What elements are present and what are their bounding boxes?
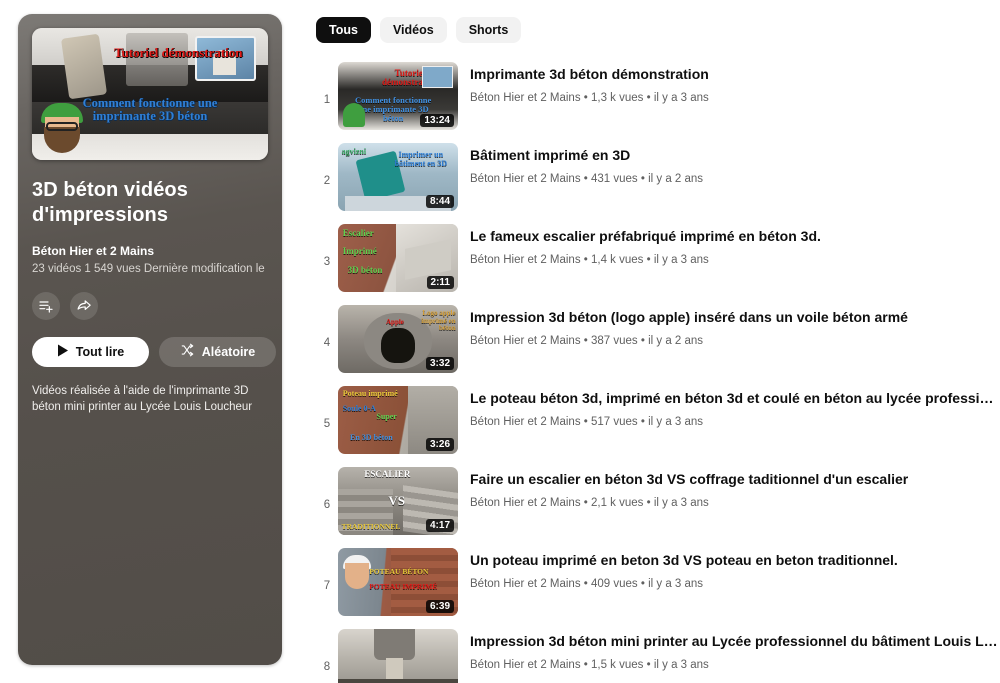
video-duration: 4:17 [425,519,454,532]
video-meta: Béton Hier et 2 Mains • 1,3 k vues • il … [470,92,709,105]
video-title[interactable]: Impression 3d béton (logo apple) inséré … [470,308,1000,326]
play-all-button[interactable]: Tout lire [32,336,149,367]
video-title[interactable]: Un poteau imprimé en beton 3d VS poteau … [470,551,1000,569]
playlist-page: Tutoriel démonstration Comment fonctionn… [0,0,1000,683]
video-index: 4 [323,337,331,349]
video-info: Un poteau imprimé en beton 3d VS poteau … [470,548,1000,590]
video-thumbnail[interactable]: POTEAU BÉTON POTEAU IMPRIMÉ 6:39 [338,548,458,616]
shuffle-icon [180,343,195,360]
video-meta: Béton Hier et 2 Mains • 517 vues • il y … [470,416,704,429]
shuffle-button[interactable]: Aléatoire [159,336,276,367]
share-icon [76,297,93,314]
video-info: Impression 3d béton mini printer au Lycé… [470,629,1000,671]
table-row[interactable]: 6 ESCALIER VS TRADITIONNEL 4:17 Faire un… [316,462,1000,543]
table-row[interactable]: 1 Tutoriel démonstration Comment fonctio… [316,57,1000,138]
video-info: Bâtiment imprimé en 3D Béton Hier et 2 M… [470,143,1000,185]
video-info: Faire un escalier en béton 3d VS coffrag… [470,467,1000,509]
video-duration: 13:24 [420,114,454,127]
video-info: Impression 3d béton (logo apple) inséré … [470,305,1000,347]
thumbnail-art [338,629,458,683]
video-thumbnail[interactable]: Poteau imprimé Soule 0-A Super En 3D bét… [338,386,458,454]
video-duration: 8:44 [425,195,454,208]
video-duration: 3:32 [425,357,454,370]
video-duration: 6:39 [425,600,454,613]
video-meta: Béton Hier et 2 Mains • 409 vues • il y … [470,578,704,591]
play-icon [57,344,69,360]
video-thumbnail[interactable]: Apple Logo apple imprimé en béton 3:32 [338,305,458,373]
video-meta: Béton Hier et 2 Mains • 1,4 k vues • il … [470,254,709,267]
video-meta: Béton Hier et 2 Mains • 431 vues • il y … [470,173,704,186]
share-button[interactable] [70,291,98,320]
video-list: 1 Tutoriel démonstration Comment fonctio… [316,57,1000,683]
playlist-channel-name[interactable]: Béton Hier et 2 Mains [32,244,268,258]
save-playlist-button[interactable] [32,291,60,320]
video-thumbnail[interactable]: Tutoriel démonstration Comment fonctionn… [338,62,458,130]
cover-title-red: Tutoriel démonstration [114,45,243,61]
play-all-label: Tout lire [75,344,125,359]
video-thumbnail[interactable]: Imprimer un bâtiment en 3D agvizni 8:44 [338,143,458,211]
tab-shorts[interactable]: Shorts [455,17,522,43]
video-index: 6 [323,499,331,511]
table-row[interactable]: 5 Poteau imprimé Soule 0-A Super En 3D b… [316,381,1000,462]
video-thumbnail[interactable]: ESCALIER VS TRADITIONNEL 4:17 [338,467,458,535]
save-playlist-icon [38,298,54,314]
video-info: Imprimante 3d béton démonstration Béton … [470,62,1000,104]
table-row[interactable]: 7 POTEAU BÉTON POTEAU IMPRIMÉ 6:39 Un po… [316,543,1000,624]
video-duration: 3:26 [425,438,454,451]
video-meta: Béton Hier et 2 Mains • 2,1 k vues • il … [470,497,709,510]
playlist-metadata: 23 vidéos 1 549 vues Dernière modificati… [32,262,268,275]
playlist-cover-thumbnail[interactable]: Tutoriel démonstration Comment fonctionn… [32,28,268,160]
video-thumbnail[interactable] [338,629,458,683]
playlist-icon-actions [32,291,268,320]
video-info: Le fameux escalier préfabriqué imprimé e… [470,224,1000,266]
video-index: 1 [323,94,331,106]
video-meta: Béton Hier et 2 Mains • 387 vues • il y … [470,335,704,348]
video-title[interactable]: Le poteau béton 3d, imprimé en béton 3d … [470,389,1000,407]
video-title[interactable]: Impression 3d béton mini printer au Lycé… [470,632,1000,650]
tab-videos[interactable]: Vidéos [379,17,447,43]
video-duration: 2:11 [426,276,454,289]
video-title[interactable]: Imprimante 3d béton démonstration [470,65,1000,83]
filter-tabs: Tous Vidéos Shorts [316,17,1000,43]
playlist-title: 3D béton vidéos d'impressions [32,179,188,226]
tab-tous[interactable]: Tous [316,17,371,43]
video-info: Le poteau béton 3d, imprimé en béton 3d … [470,386,1000,428]
video-thumbnail[interactable]: Escalier Imprimé 3D béton 2:11 [338,224,458,292]
playlist-action-buttons: Tout lire Aléatoire [32,336,276,367]
video-index: 3 [323,256,331,268]
video-index: 5 [323,418,331,430]
table-row[interactable]: 8 Impression 3d béton mini printer au Ly… [316,624,1000,683]
video-title[interactable]: Faire un escalier en béton 3d VS coffrag… [470,470,1000,488]
shuffle-label: Aléatoire [201,344,256,359]
video-index: 7 [323,580,331,592]
playlist-video-list-panel: Tous Vidéos Shorts 1 Tutoriel démonstrat… [296,0,1000,683]
playlist-description: Vidéos réalisée à l'aide de l'imprimante… [32,384,253,414]
table-row[interactable]: 3 Escalier Imprimé 3D béton 2:11 Le fame… [316,219,1000,300]
video-title[interactable]: Le fameux escalier préfabriqué imprimé e… [470,227,1000,245]
video-title[interactable]: Bâtiment imprimé en 3D [470,146,1000,164]
cover-art-character [39,102,85,155]
table-row[interactable]: 4 Apple Logo apple imprimé en béton 3:32… [316,300,1000,381]
playlist-info-card: Tutoriel démonstration Comment fonctionn… [18,14,282,665]
video-meta: Béton Hier et 2 Mains • 1,5 k vues • il … [470,659,709,672]
table-row[interactable]: 2 Imprimer un bâtiment en 3D agvizni 8:4… [316,138,1000,219]
playlist-sidebar: Tutoriel démonstration Comment fonctionn… [0,0,296,683]
video-index: 8 [323,661,331,673]
video-index: 2 [323,175,331,187]
